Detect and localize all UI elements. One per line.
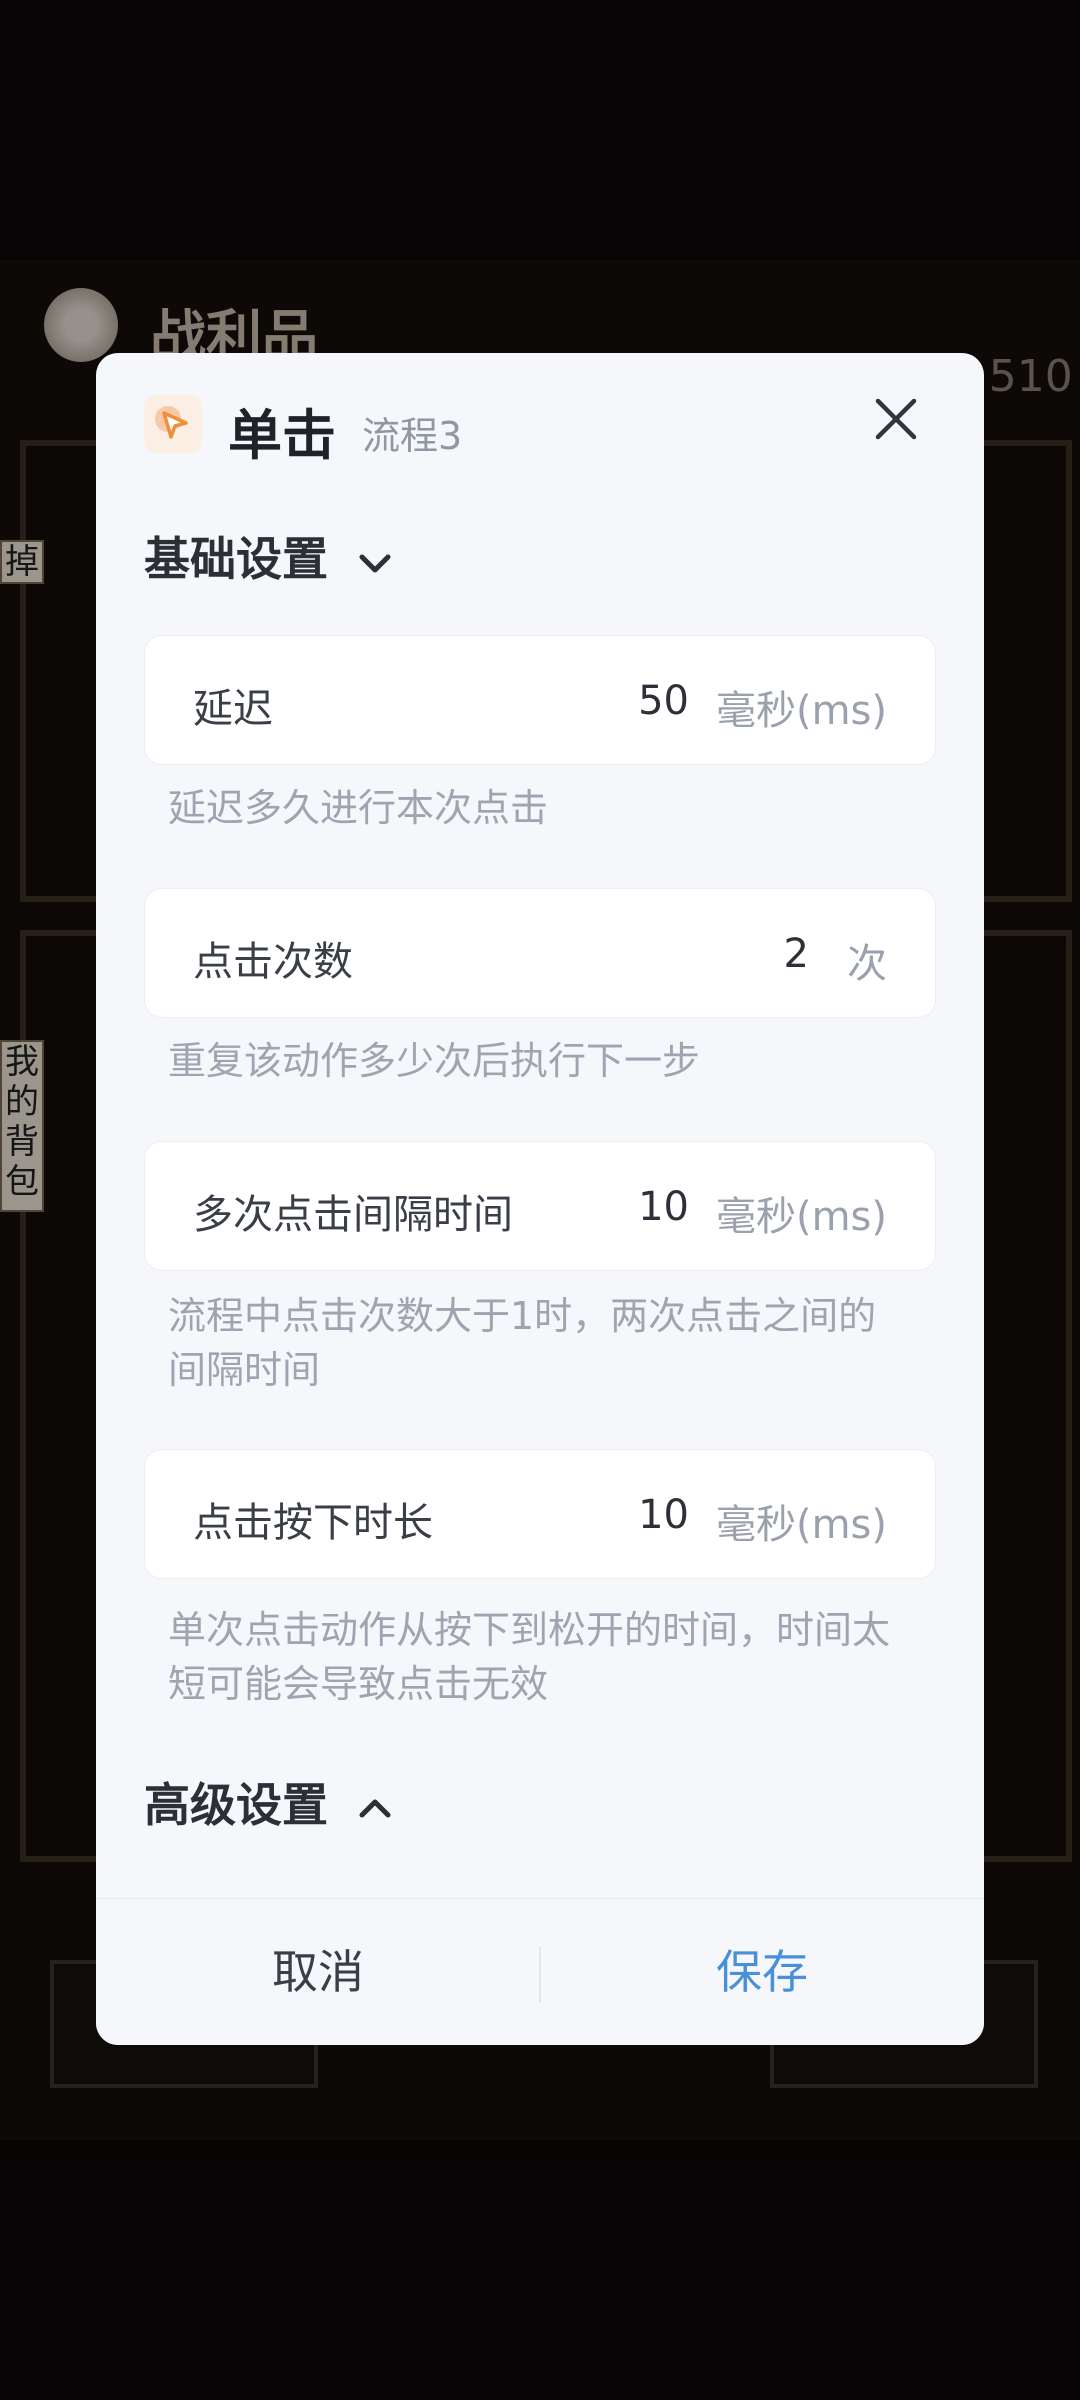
basic-settings-title: 基础设置 [144,532,328,586]
dialog-title: 单击 [228,404,336,467]
click-interval-field[interactable]: 多次点击间隔时间 10 毫秒(ms) [144,1141,936,1271]
delay-label: 延迟 [193,686,273,732]
pointer-click-icon [144,395,202,453]
press-duration-value[interactable]: 10 [638,1492,689,1538]
click-interval-unit: 毫秒(ms) [715,1194,887,1240]
click-interval-value[interactable]: 10 [638,1184,689,1230]
click-count-label: 点击次数 [193,939,353,985]
delay-unit: 毫秒(ms) [715,688,887,734]
click-count-unit: 次 [847,941,887,987]
dialog-footer: 取消 保存 [96,1898,984,2045]
basic-settings-toggle[interactable]: 基础设置 [144,523,394,589]
click-action-dialog: 单击 流程3 基础设置 延迟 50 毫秒(ms) 延迟多久进行本次点击 点击次数… [96,353,984,2045]
click-count-value[interactable]: 2 [784,931,809,977]
close-button[interactable] [868,391,924,447]
press-duration-hint: 单次点击动作从按下到松开的时间，时间太短可能会导致点击无效 [168,1608,891,1706]
advanced-settings-title: 高级设置 [144,1778,328,1832]
press-duration-unit: 毫秒(ms) [715,1502,887,1548]
delay-value[interactable]: 50 [638,678,689,724]
chevron-up-icon [359,1799,391,1817]
click-interval-label: 多次点击间隔时间 [193,1192,513,1238]
click-interval-hint: 流程中点击次数大于1时，两次点击之间的间隔时间 [168,1294,877,1392]
click-count-hint: 重复该动作多少次后执行下一步 [168,1039,701,1083]
save-button[interactable]: 保存 [540,1899,984,2045]
advanced-settings-toggle[interactable]: 高级设置 [144,1769,394,1835]
delay-field[interactable]: 延迟 50 毫秒(ms) [144,635,936,765]
delay-hint: 延迟多久进行本次点击 [168,786,549,830]
dialog-subtitle: 流程3 [362,414,463,458]
chevron-down-icon [359,554,391,572]
close-icon [875,398,917,440]
dialog-header: 单击 流程3 [96,353,984,493]
cancel-button[interactable]: 取消 [96,1899,540,2045]
click-count-field[interactable]: 点击次数 2 次 [144,888,936,1018]
press-duration-label: 点击按下时长 [193,1500,433,1546]
press-duration-field[interactable]: 点击按下时长 10 毫秒(ms) [144,1449,936,1579]
